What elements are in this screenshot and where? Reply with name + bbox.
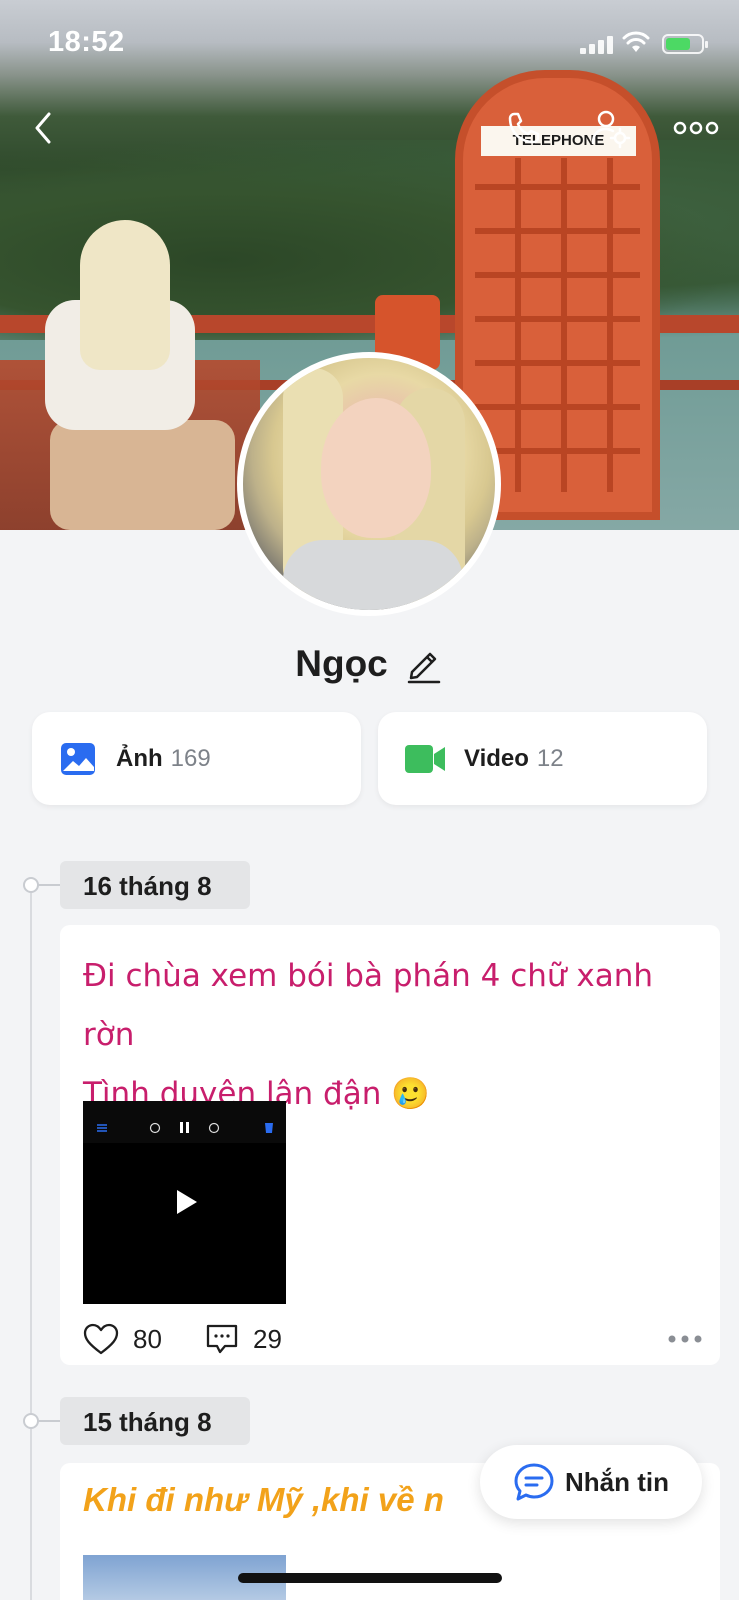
- profile-avatar[interactable]: [237, 352, 501, 616]
- post-text: Khi đi như Mỹ ,khi về n: [83, 1481, 444, 1518]
- photos-tile[interactable]: Ảnh 169: [32, 712, 361, 805]
- timeline-dot: [23, 877, 39, 893]
- booth-grid: [475, 158, 640, 492]
- post-text: Đi chùa xem bói bà phán 4 chữ xanh rờn T…: [83, 958, 654, 1112]
- like-count: 80: [133, 1323, 162, 1354]
- more-horizontal-icon: [673, 121, 719, 135]
- top-action-bar: [0, 100, 739, 160]
- home-indicator[interactable]: [238, 1573, 502, 1583]
- phone-icon: [508, 112, 540, 144]
- video-thumbnail[interactable]: [83, 1101, 286, 1304]
- heart-icon: [83, 1323, 119, 1355]
- image-icon: [61, 742, 95, 775]
- date-chip: 16 tháng 8: [60, 861, 250, 909]
- date-chip: 15 tháng 8: [60, 1397, 250, 1445]
- battery-icon: [662, 34, 708, 54]
- comment-button[interactable]: 29: [205, 1313, 282, 1365]
- videos-label: Video: [464, 744, 529, 772]
- comment-count: 29: [253, 1323, 282, 1354]
- timeline-line: [30, 884, 32, 1600]
- profile-name-row: Ngọc: [0, 638, 739, 690]
- back-button[interactable]: [15, 100, 71, 156]
- cellular-signal-icon: [580, 34, 614, 54]
- videos-tile[interactable]: Video 12: [378, 712, 707, 805]
- chat-bubble-icon: [514, 1463, 554, 1501]
- post-more-icon[interactable]: [667, 1334, 703, 1344]
- message-button-label: Nhắn tin: [565, 1466, 669, 1497]
- more-options-button[interactable]: [668, 100, 724, 156]
- photos-count: 169: [170, 744, 211, 772]
- video-player-toolbar: [83, 1101, 286, 1143]
- status-time: 18:52: [48, 26, 125, 58]
- video-camera-icon: [405, 744, 445, 773]
- post-card[interactable]: Đi chùa xem bói bà phán 4 chữ xanh rờn T…: [60, 925, 720, 1365]
- like-button[interactable]: 80: [83, 1313, 162, 1365]
- post-actions: 80 29: [83, 1313, 703, 1365]
- videos-count: 12: [536, 744, 564, 772]
- profile-settings-button[interactable]: [582, 100, 638, 156]
- wifi-icon: [622, 30, 650, 54]
- status-bar: 18:52: [0, 0, 739, 90]
- cover-person: [40, 220, 235, 530]
- play-icon[interactable]: [175, 1189, 199, 1215]
- edit-pencil-icon[interactable]: [404, 644, 444, 684]
- chevron-left-icon: [35, 112, 51, 144]
- comment-icon: [206, 1324, 238, 1354]
- profile-name: Ngọc: [295, 643, 388, 684]
- timeline-dot: [23, 1413, 39, 1429]
- user-settings-icon: [591, 110, 631, 149]
- message-button[interactable]: Nhắn tin: [480, 1445, 702, 1519]
- photos-label: Ảnh: [116, 744, 163, 772]
- call-button[interactable]: [496, 100, 552, 156]
